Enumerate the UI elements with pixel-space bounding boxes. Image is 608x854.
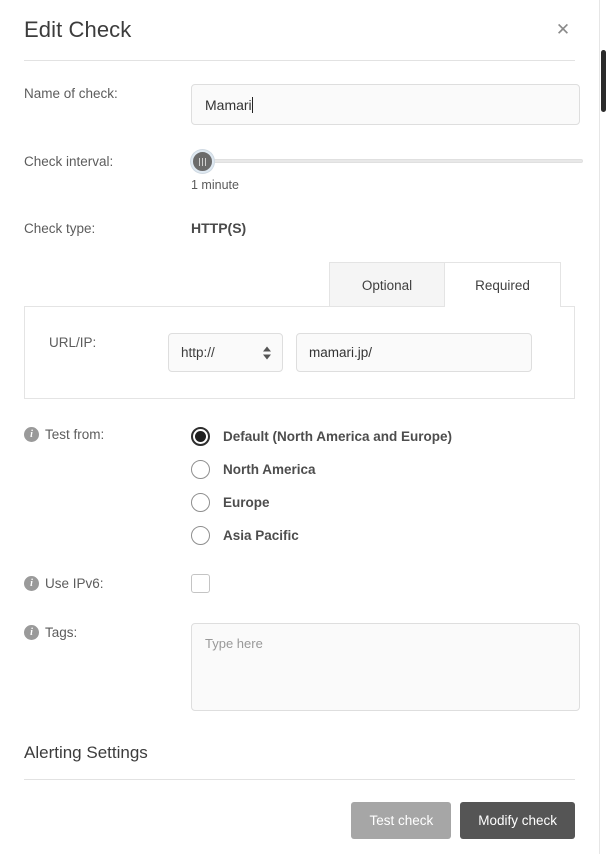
tags-row: i Tags: <box>24 623 580 716</box>
edit-check-dialog: Edit Check ✕ Name of check: Check interv… <box>0 0 599 854</box>
check-interval-row: Check interval: 1 minute <box>24 150 583 192</box>
use-ipv6-field-wrap <box>191 574 575 593</box>
radio-icon-europe[interactable] <box>191 493 210 512</box>
radio-label-europe: Europe <box>223 495 270 510</box>
tags-label-text: Tags: <box>45 625 78 640</box>
radio-option-europe[interactable]: Europe <box>191 491 575 514</box>
radio-icon-asia-pacific[interactable] <box>191 526 210 545</box>
info-icon[interactable]: i <box>24 625 39 640</box>
check-type-row: Check type: HTTP(S) <box>24 219 575 236</box>
tab-bar: Optional Required <box>24 262 575 308</box>
alerting-settings-heading: Alerting Settings <box>24 743 148 762</box>
test-from-row: i Test from: Default (North America and … <box>24 425 575 547</box>
required-tab-panel: URL/IP: http:// <box>24 306 575 399</box>
url-ip-controls: http:// <box>168 333 574 372</box>
tab-required[interactable]: Required <box>445 262 561 308</box>
scrollbar[interactable] <box>599 0 608 854</box>
radio-option-default[interactable]: Default (North America and Europe) <box>191 425 575 448</box>
test-from-field-wrap: Default (North America and Europe) North… <box>191 425 575 547</box>
info-icon[interactable]: i <box>24 576 39 591</box>
slider-handle[interactable] <box>191 150 214 173</box>
radio-icon-default[interactable] <box>191 427 210 446</box>
check-type-field-wrap: HTTP(S) <box>191 219 575 236</box>
use-ipv6-label: i Use IPv6: <box>24 574 191 591</box>
radio-icon-north-america[interactable] <box>191 460 210 479</box>
test-check-button[interactable]: Test check <box>351 802 452 839</box>
radio-label-asia-pacific: Asia Pacific <box>223 528 299 543</box>
protocol-select[interactable]: http:// <box>168 333 283 372</box>
tags-field-wrap <box>191 623 580 716</box>
name-of-check-field-wrap <box>191 84 580 125</box>
name-of-check-row: Name of check: <box>24 84 580 125</box>
modify-check-button[interactable]: Modify check <box>460 802 575 839</box>
use-ipv6-label-text: Use IPv6: <box>45 576 104 591</box>
tab-optional[interactable]: Optional <box>329 262 445 307</box>
check-interval-value: 1 minute <box>191 178 239 192</box>
scrollbar-thumb[interactable] <box>601 50 606 112</box>
use-ipv6-checkbox[interactable] <box>191 574 210 593</box>
header-divider <box>24 60 575 61</box>
name-input-wrap <box>191 84 580 125</box>
url-ip-row: URL/IP: http:// <box>25 333 574 372</box>
radio-label-north-america: North America <box>223 462 316 477</box>
name-of-check-input[interactable] <box>191 84 580 125</box>
check-interval-label: Check interval: <box>24 154 114 169</box>
protocol-select-value: http:// <box>181 345 215 360</box>
url-ip-field-wrap: http:// <box>168 333 574 372</box>
url-ip-label: URL/IP: <box>49 335 97 350</box>
close-icon[interactable]: ✕ <box>553 20 573 40</box>
test-from-label: i Test from: <box>24 425 191 442</box>
use-ipv6-row: i Use IPv6: <box>24 574 575 593</box>
test-from-label-text: Test from: <box>45 427 105 442</box>
name-of-check-label: Name of check: <box>24 86 118 101</box>
radio-option-north-america[interactable]: North America <box>191 458 575 481</box>
footer-divider <box>24 779 575 780</box>
slider-grip-icon <box>201 157 204 166</box>
tags-input[interactable] <box>191 623 580 711</box>
tags-label: i Tags: <box>24 623 191 640</box>
info-icon[interactable]: i <box>24 427 39 442</box>
url-ip-input[interactable] <box>296 333 532 372</box>
test-from-radio-group: Default (North America and Europe) North… <box>191 425 575 547</box>
radio-option-asia-pacific[interactable]: Asia Pacific <box>191 524 575 547</box>
page-title: Edit Check <box>24 17 132 42</box>
radio-label-default: Default (North America and Europe) <box>223 429 453 444</box>
check-type-value: HTTP(S) <box>191 220 247 236</box>
dialog-header: Edit Check ✕ <box>24 0 575 60</box>
check-type-label: Check type: <box>24 221 96 236</box>
chevron-updown-icon <box>263 346 271 359</box>
slider-grip-icon <box>198 157 201 166</box>
text-cursor <box>251 97 253 113</box>
dialog-footer: Test check Modify check <box>24 802 575 839</box>
slider-grip-icon <box>204 157 207 166</box>
slider-track[interactable] <box>200 159 583 163</box>
